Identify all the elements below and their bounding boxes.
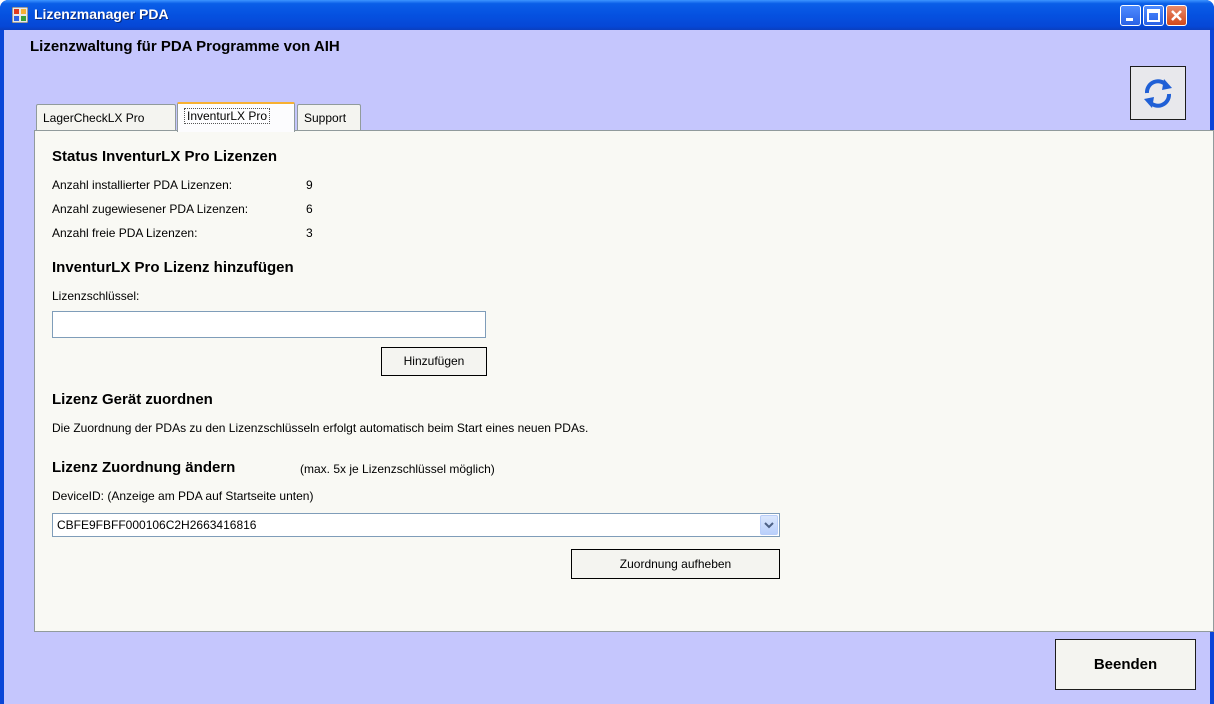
refresh-icon — [1144, 79, 1172, 108]
status-title: Status InventurLX Pro Lizenzen — [52, 148, 278, 165]
window-title: Lizenzmanager PDA — [34, 6, 169, 22]
free-value: 3 — [306, 226, 313, 240]
device-id-value: CBFE9FBFF000106C2H2663416816 — [57, 518, 257, 532]
main-window: Lizenzmanager PDA Lizenzwaltung für PDA … — [0, 0, 1214, 704]
assign-text: Die Zuordnung der PDAs zu den Lizenzschl… — [52, 421, 589, 435]
tab-label: InventurLX Pro — [184, 108, 271, 124]
license-key-input[interactable] — [52, 311, 486, 338]
add-license-title: InventurLX Pro Lizenz hinzufügen — [52, 259, 294, 276]
close-icon — [1171, 10, 1182, 21]
page-heading: Lizenzwaltung für PDA Programme von AIH — [30, 38, 340, 55]
change-note: (max. 5x je Lizenzschlüssel möglich) — [300, 462, 495, 476]
license-key-label: Lizenzschlüssel: — [52, 289, 140, 303]
free-label: Anzahl freie PDA Lizenzen: — [52, 226, 198, 240]
device-id-select[interactable]: CBFE9FBFF000106C2H2663416816 — [52, 513, 780, 537]
assigned-value: 6 — [306, 202, 313, 216]
maximize-button[interactable] — [1143, 5, 1164, 26]
change-title: Lizenz Zuordnung ändern — [52, 459, 236, 476]
close-button[interactable] — [1166, 5, 1187, 26]
device-id-label: DeviceID: (Anzeige am PDA auf Startseite… — [52, 489, 314, 503]
minimize-icon — [1126, 18, 1133, 21]
minimize-button[interactable] — [1120, 5, 1141, 26]
dropdown-button[interactable] — [760, 515, 778, 535]
remove-assignment-button[interactable]: Zuordnung aufheben — [571, 549, 780, 579]
title-bar[interactable]: Lizenzmanager PDA — [0, 0, 1214, 30]
assigned-label: Anzahl zugewiesener PDA Lizenzen: — [52, 202, 249, 216]
tab-inventur[interactable]: InventurLX Pro — [177, 102, 295, 132]
add-button[interactable]: Hinzufügen — [381, 347, 487, 376]
tab-support[interactable]: Support — [297, 104, 361, 130]
tab-lagercheck[interactable]: LagerCheckLX Pro — [36, 104, 176, 130]
refresh-button[interactable] — [1130, 66, 1186, 120]
assign-title: Lizenz Gerät zuordnen — [52, 391, 213, 408]
installed-label: Anzahl installierter PDA Lizenzen: — [52, 178, 233, 192]
app-icon — [12, 7, 28, 23]
maximize-icon — [1147, 9, 1160, 22]
tab-label: Support — [304, 111, 347, 125]
tab-label: LagerCheckLX Pro — [43, 111, 145, 125]
exit-button[interactable]: Beenden — [1055, 639, 1196, 690]
installed-value: 9 — [306, 178, 313, 192]
chevron-down-icon — [764, 522, 774, 529]
